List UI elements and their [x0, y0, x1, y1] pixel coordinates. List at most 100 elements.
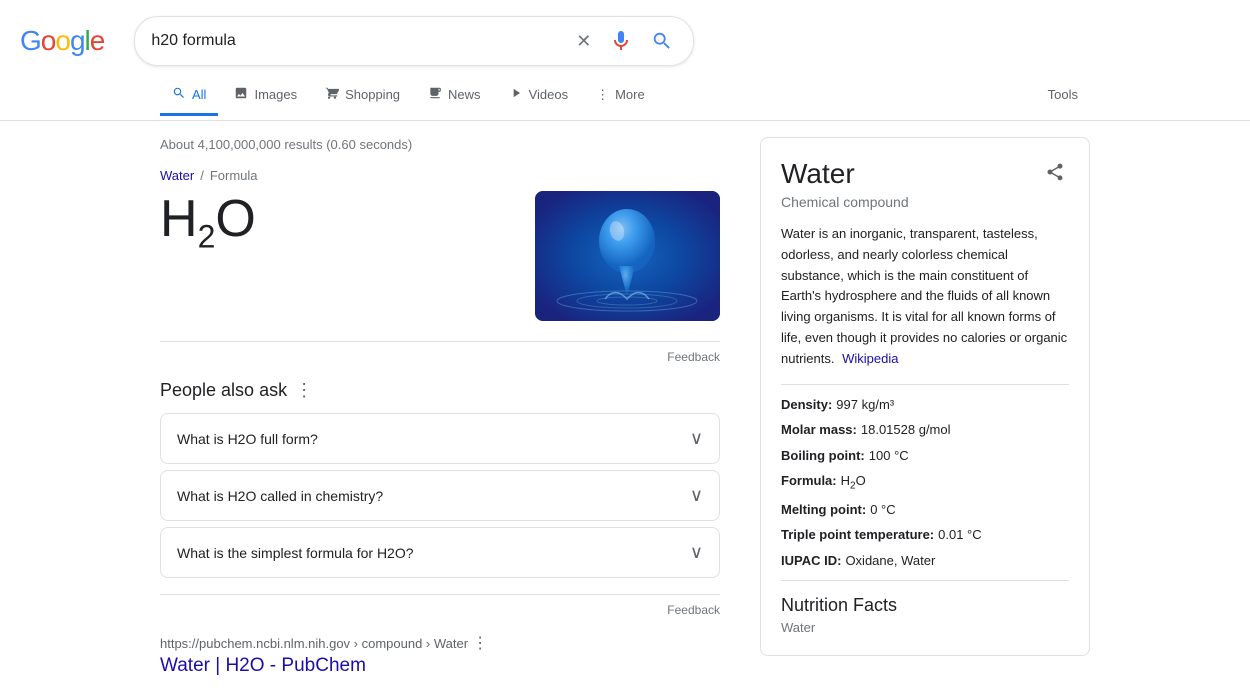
tab-news-label: News: [448, 87, 481, 102]
header: Google ✕: [0, 0, 1250, 66]
kp-divider: [781, 384, 1069, 385]
formula-text: H2O: [160, 191, 515, 255]
mic-icon: [609, 29, 633, 53]
feedback-link[interactable]: Feedback: [667, 350, 720, 364]
logo-g2: g: [70, 25, 85, 57]
water-drop-svg: [535, 191, 720, 321]
kp-share-button[interactable]: [1041, 158, 1069, 186]
kp-triple-value: 0.01 °C: [938, 525, 982, 545]
tab-tools-label: Tools: [1048, 87, 1078, 102]
kp-triple-label: Triple point temperature:: [781, 525, 934, 545]
tab-videos[interactable]: Videos: [497, 76, 581, 116]
tab-tools[interactable]: Tools: [1036, 77, 1090, 115]
paa-item-3[interactable]: What is the simplest formula for H2O? ∨: [160, 527, 720, 578]
kp-iupac-row: IUPAC ID: Oxidane, Water: [781, 551, 1069, 571]
search-result-pubchem: https://pubchem.ncbi.nlm.nih.gov › compo…: [160, 633, 720, 677]
kp-formula-label: Formula:: [781, 471, 837, 494]
results-count: About 4,100,000,000 results (0.60 second…: [160, 137, 720, 152]
feedback-link-2[interactable]: Feedback: [667, 603, 720, 617]
paa-header: People also ask ⋮: [160, 380, 720, 401]
kp-triple-row: Triple point temperature: 0.01 °C: [781, 525, 1069, 545]
kp-iupac-label: IUPAC ID:: [781, 551, 841, 571]
paa-item-1[interactable]: What is H2O full form? ∨: [160, 413, 720, 464]
images-icon: [234, 86, 248, 103]
kp-nutrition-sub: Water: [781, 620, 1069, 635]
mic-button[interactable]: [605, 25, 637, 57]
kp-melting-label: Melting point:: [781, 500, 866, 520]
search-button[interactable]: [647, 26, 677, 56]
kp-wikipedia-link[interactable]: Wikipedia: [842, 351, 898, 366]
kp-subtitle: Chemical compound: [781, 194, 1069, 210]
tab-images[interactable]: Images: [222, 76, 309, 116]
kp-molar-value: 18.01528 g/mol: [861, 420, 951, 440]
logo-e: e: [90, 25, 105, 57]
clear-icon: ✕: [576, 31, 591, 52]
breadcrumb-current: Formula: [210, 168, 258, 183]
paa-title: People also ask: [160, 380, 287, 401]
tab-videos-label: Videos: [529, 87, 569, 102]
logo-o1: o: [41, 25, 56, 57]
paa-item-2[interactable]: What is H2O called in chemistry? ∨: [160, 470, 720, 521]
kp-density-label: Density:: [781, 395, 832, 415]
result-options-icon[interactable]: ⋮: [472, 633, 488, 653]
kp-density-value: 997 kg/m³: [836, 395, 894, 415]
clear-button[interactable]: ✕: [572, 27, 595, 56]
kp-boiling-row: Boiling point: 100 °C: [781, 446, 1069, 466]
result-url-text: https://pubchem.ncbi.nlm.nih.gov › compo…: [160, 636, 468, 651]
kp-boiling-value: 100 °C: [869, 446, 909, 466]
breadcrumb: Water / Formula: [160, 168, 720, 183]
tab-all-label: All: [192, 87, 206, 102]
logo-g: G: [20, 25, 41, 57]
paa-question-1: What is H2O full form?: [177, 431, 318, 447]
kp-molar-row: Molar mass: 18.01528 g/mol: [781, 420, 1069, 440]
kp-iupac-value: Oxidane, Water: [845, 551, 935, 571]
kp-melting-value: 0 °C: [870, 500, 895, 520]
kp-formula-value: H2O: [841, 471, 866, 494]
result-title[interactable]: Water | H2O - PubChem: [160, 655, 720, 677]
right-column: Water Chemical compound Water is an inor…: [760, 137, 1090, 677]
formula-section: H2O: [160, 191, 720, 321]
paa-chevron-1: ∨: [690, 428, 703, 449]
feedback-section: Feedback: [160, 341, 720, 364]
kp-header: Water: [781, 158, 1069, 190]
nav-tabs: All Images Shopping News Videos ⋮ More T…: [0, 72, 1250, 121]
left-column: About 4,100,000,000 results (0.60 second…: [160, 137, 720, 677]
tab-all[interactable]: All: [160, 76, 218, 116]
paa-chevron-3: ∨: [690, 542, 703, 563]
breadcrumb-parent[interactable]: Water: [160, 168, 194, 183]
logo-o2: o: [55, 25, 70, 57]
kp-description-text: Water is an inorganic, transparent, tast…: [781, 226, 1067, 366]
kp-divider-2: [781, 580, 1069, 581]
kp-formula-row: Formula: H2O: [781, 471, 1069, 494]
knowledge-panel: Water Chemical compound Water is an inor…: [760, 137, 1090, 656]
paa-question-3: What is the simplest formula for H2O?: [177, 545, 414, 561]
google-logo: Google: [20, 25, 104, 57]
tab-shopping[interactable]: Shopping: [313, 76, 412, 116]
news-icon: [428, 86, 442, 103]
water-image: [535, 191, 720, 321]
kp-molar-label: Molar mass:: [781, 420, 857, 440]
tab-more-label: More: [615, 87, 645, 102]
people-also-ask: People also ask ⋮ What is H2O full form?…: [160, 380, 720, 578]
search-bar: ✕: [134, 16, 694, 66]
search-input[interactable]: [151, 32, 572, 50]
tab-shopping-label: Shopping: [345, 87, 400, 102]
share-icon: [1045, 162, 1065, 182]
all-icon: [172, 86, 186, 103]
search-icon: [651, 30, 673, 52]
paa-chevron-2: ∨: [690, 485, 703, 506]
videos-icon: [509, 86, 523, 103]
paa-options-icon[interactable]: ⋮: [295, 380, 313, 401]
shopping-icon: [325, 86, 339, 103]
kp-description: Water is an inorganic, transparent, tast…: [781, 224, 1069, 370]
kp-boiling-label: Boiling point:: [781, 446, 865, 466]
tab-news[interactable]: News: [416, 76, 493, 116]
kp-title: Water: [781, 158, 855, 190]
tab-more[interactable]: ⋮ More: [584, 77, 657, 116]
result-url: https://pubchem.ncbi.nlm.nih.gov › compo…: [160, 636, 468, 651]
feedback-section-2: Feedback: [160, 594, 720, 617]
paa-question-2: What is H2O called in chemistry?: [177, 488, 383, 504]
kp-nutrition-title: Nutrition Facts: [781, 595, 1069, 616]
kp-density-row: Density: 997 kg/m³: [781, 395, 1069, 415]
main-content: About 4,100,000,000 results (0.60 second…: [0, 121, 1250, 693]
